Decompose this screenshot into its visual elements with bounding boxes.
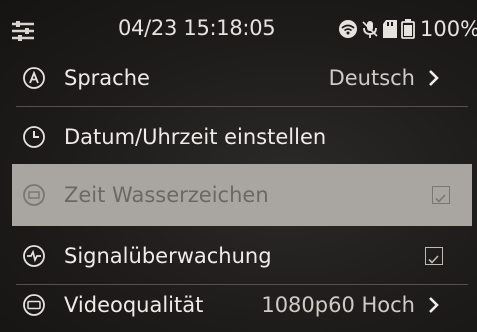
status-datetime: 04/23 15:18:05 [118, 16, 276, 40]
menu-item-value: Deutsch [328, 66, 415, 90]
menu-item-label: Zeit Wasserzeichen [64, 183, 269, 207]
checkmark-icon [435, 194, 446, 203]
menu-item-value: 1080p60 Hoch [261, 292, 415, 317]
menu-item-video-quality[interactable]: Videoqualität 1080p60 Hoch [0, 277, 477, 332]
battery-icon [401, 19, 415, 39]
microphone-icon [362, 21, 378, 38]
menu-item-label: Videoqualität [64, 292, 204, 317]
wifi-icon [339, 20, 357, 38]
battery-percentage: 100% [420, 17, 477, 41]
menu-item-time-watermark[interactable]: Zeit Wasserzeichen [12, 164, 472, 226]
menu-item-datetime[interactable]: Datum/Uhrzeit einstellen [0, 107, 477, 167]
menu-item-language[interactable]: Sprache Deutsch [0, 48, 477, 108]
video-quality-icon [23, 293, 45, 316]
watermark-checkbox[interactable] [432, 186, 450, 204]
clock-icon [23, 126, 45, 148]
menu-item-label: Datum/Uhrzeit einstellen [64, 125, 327, 149]
watermark-icon [23, 184, 45, 206]
menu-item-label: Signalüberwachung [64, 244, 272, 268]
menu-icon[interactable] [10, 18, 36, 44]
signal-monitoring-checkbox[interactable] [425, 247, 443, 265]
status-icons: 100% [338, 17, 477, 41]
checkmark-icon [428, 255, 439, 264]
chevron-right-icon [429, 70, 439, 86]
language-icon [23, 67, 45, 89]
settings-screen: 04/23 15:18:05 100% Sprache Deutsch Datu… [0, 0, 477, 332]
menu-item-label: Sprache [64, 66, 150, 90]
signal-monitor-icon [23, 245, 45, 267]
sd-card-icon [383, 20, 397, 38]
chevron-right-icon [429, 296, 439, 313]
